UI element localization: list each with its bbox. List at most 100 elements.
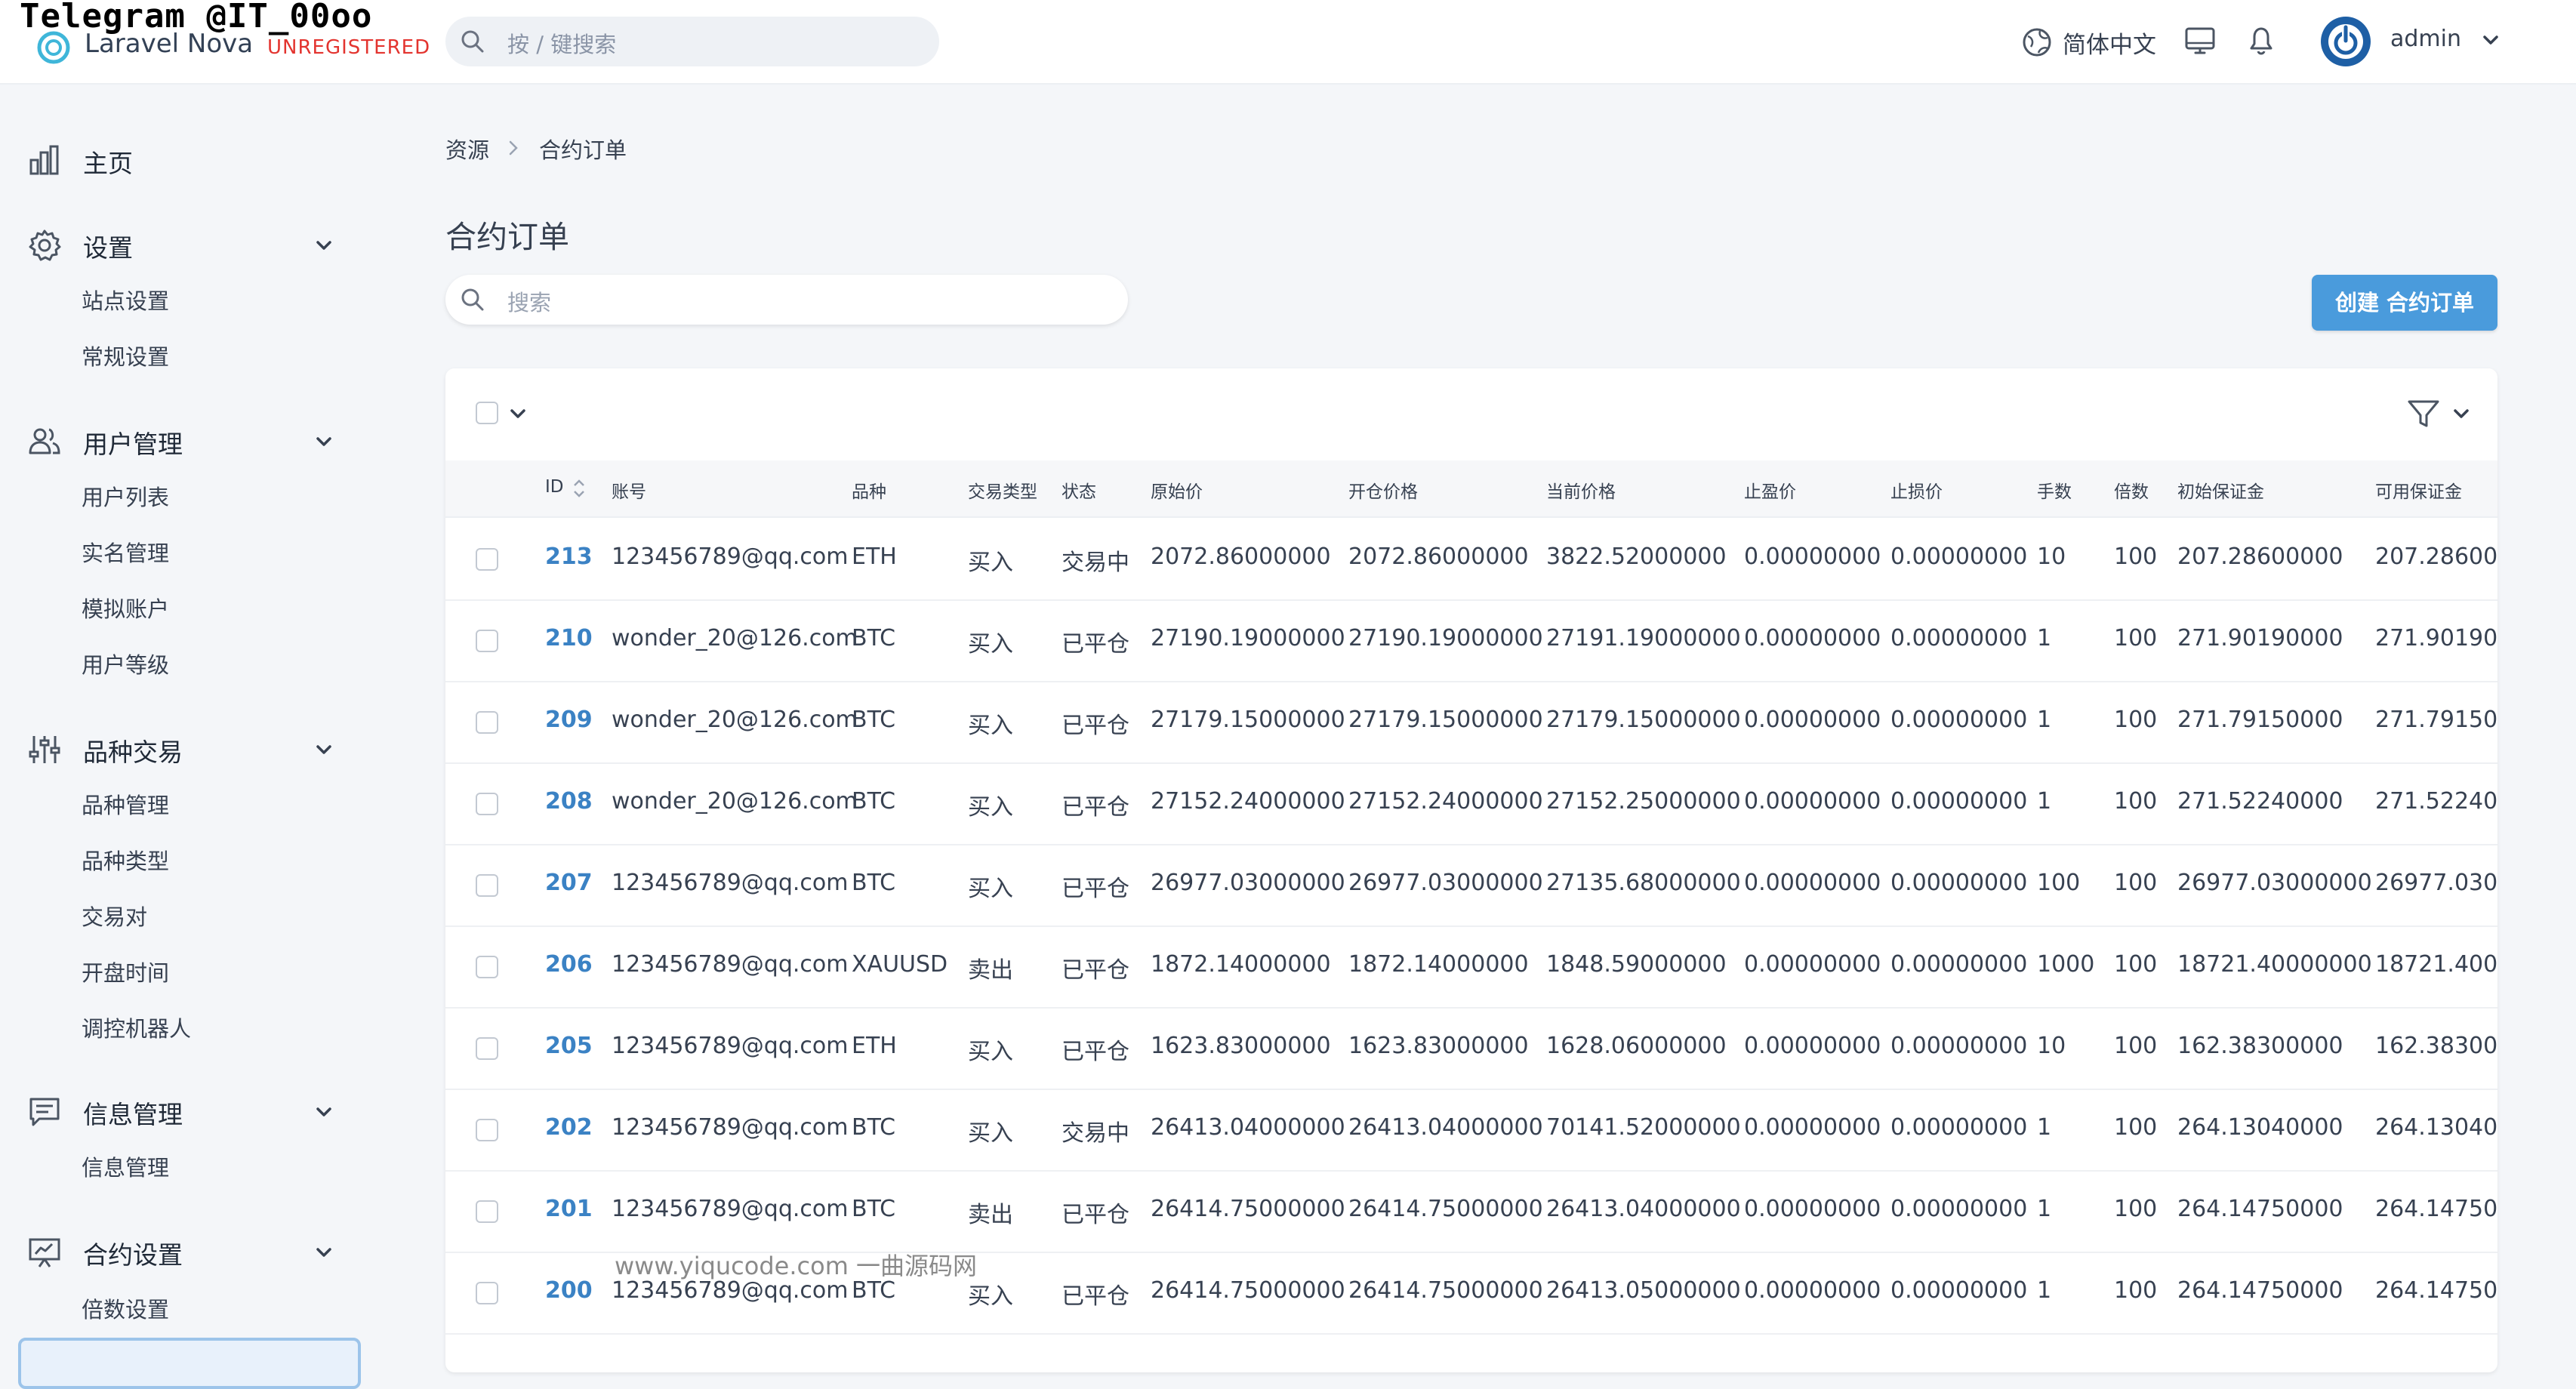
cell-initial-margin: 271.79150000 — [2177, 707, 2343, 733]
column-header-original-price: 原始价 — [1151, 482, 1203, 502]
cell-id[interactable]: 208 — [545, 788, 593, 815]
nav-item-trading-pair[interactable]: 交易对 — [82, 900, 147, 932]
cell-multiplier: 100 — [2114, 1033, 2158, 1059]
nav-item-general-settings[interactable]: 常规设置 — [82, 340, 169, 371]
table-row[interactable]: 213 123456789@qq.com ETH 买入 交易中 2072.86000000… — [445, 518, 2497, 601]
cell-product: BTC — [852, 707, 896, 733]
global-search-placeholder: 按 / 键搜索 — [507, 32, 617, 57]
resource-search-input[interactable]: 搜索 — [445, 275, 1128, 325]
row-checkbox[interactable] — [476, 711, 498, 734]
chevron-down-icon[interactable] — [313, 1241, 335, 1264]
nav-item-open-time[interactable]: 开盘时间 — [82, 956, 169, 987]
row-checkbox[interactable] — [476, 793, 498, 815]
cell-id[interactable]: 205 — [545, 1033, 593, 1059]
user-name[interactable]: admin — [2390, 26, 2461, 52]
cell-take-profit: 0.00000000 — [1744, 951, 1881, 978]
nav-item-multiplier[interactable]: 倍数设置 — [82, 1292, 169, 1324]
cell-id[interactable]: 200 — [545, 1277, 593, 1304]
row-checkbox[interactable] — [476, 874, 498, 897]
cell-original-price: 1872.14000000 — [1151, 951, 1331, 978]
nav-item-site-settings[interactable]: 站点设置 — [82, 284, 169, 316]
table-row[interactable]: 209 wonder_20@126.com BTC 买入 已平仓 27179.150000… — [445, 681, 2497, 764]
cell-available-margin: 264.147500 — [2375, 1196, 2497, 1222]
sort-icon[interactable] — [571, 477, 587, 500]
cell-product: BTC — [852, 1196, 896, 1222]
nav-item-product-type[interactable]: 品种类型 — [82, 844, 169, 876]
cell-id[interactable]: 209 — [545, 707, 593, 733]
row-checkbox[interactable] — [476, 1119, 498, 1141]
cell-take-profit: 0.00000000 — [1744, 707, 1881, 733]
cell-id[interactable]: 202 — [545, 1114, 593, 1141]
search-icon — [461, 288, 484, 311]
nav-item-active-contract-orders[interactable] — [18, 1338, 361, 1389]
nav-section-label: 主页 — [83, 149, 133, 178]
nav-item-message-manage[interactable]: 信息管理 — [82, 1150, 169, 1182]
avatar[interactable] — [2319, 15, 2372, 68]
cell-current-price: 70141.52000000 — [1546, 1114, 1741, 1141]
chevron-down-icon[interactable] — [507, 403, 528, 424]
nav-item-demo-account[interactable]: 模拟账户 — [82, 592, 169, 624]
chevron-down-icon[interactable] — [2451, 403, 2472, 424]
cell-stop-loss: 0.00000000 — [1890, 625, 2028, 651]
column-header-current-price: 当前价格 — [1546, 482, 1616, 502]
cell-lots: 1 — [2037, 1114, 2052, 1141]
globe-icon — [2023, 28, 2051, 57]
cell-trade-type: 买入 — [968, 876, 1013, 902]
table-row[interactable]: 206 123456789@qq.com XAUUSD 卖出 已平仓 1872.14000… — [445, 925, 2497, 1009]
cell-current-price: 1628.06000000 — [1546, 1033, 1727, 1059]
chevron-down-icon[interactable] — [313, 738, 335, 761]
chevron-down-icon[interactable] — [313, 234, 335, 257]
cell-available-margin: 18721.4000 — [2375, 951, 2497, 978]
cell-initial-margin: 264.14750000 — [2177, 1277, 2343, 1304]
table-row[interactable]: 210 wonder_20@126.com BTC 买入 已平仓 27190.190000… — [445, 599, 2497, 682]
resource-search-placeholder: 搜索 — [507, 290, 552, 316]
global-search-input[interactable]: 按 / 键搜索 — [445, 17, 939, 66]
column-header-id[interactable]: ID — [545, 477, 564, 497]
table-row[interactable]: 205 123456789@qq.com ETH 买入 已平仓 1623.83000000… — [445, 1007, 2497, 1090]
table-row[interactable]: 202 123456789@qq.com BTC 买入 交易中 26413.0400000… — [445, 1089, 2497, 1172]
cell-id[interactable]: 213 — [545, 544, 593, 570]
nav-item-real-name[interactable]: 实名管理 — [82, 536, 169, 568]
message-icon — [29, 1098, 60, 1126]
monitor-icon[interactable] — [2182, 23, 2218, 59]
nav-item-user-list[interactable]: 用户列表 — [82, 480, 169, 512]
cell-stop-loss: 0.00000000 — [1890, 788, 2028, 815]
row-checkbox[interactable] — [476, 1200, 498, 1223]
table-row[interactable]: 201 123456789@qq.com BTC 卖出 已平仓 26414.7500000… — [445, 1170, 2497, 1253]
bell-icon[interactable] — [2244, 23, 2279, 59]
cell-current-price: 27179.15000000 — [1546, 707, 1741, 733]
column-header-product: 品种 — [852, 482, 886, 502]
cell-multiplier: 100 — [2114, 951, 2158, 978]
cell-status: 已平仓 — [1062, 794, 1129, 821]
column-header-multiplier: 倍数 — [2114, 482, 2149, 502]
chevron-down-icon[interactable] — [313, 1101, 335, 1123]
cell-lots: 1 — [2037, 1196, 2052, 1222]
table-row[interactable]: 207 123456789@qq.com BTC 买入 已平仓 26977.0300000… — [445, 844, 2497, 927]
cell-id[interactable]: 207 — [545, 870, 593, 896]
row-checkbox[interactable] — [476, 956, 498, 978]
cell-id[interactable]: 210 — [545, 625, 593, 651]
filter-icon[interactable] — [2405, 396, 2442, 432]
create-contract-order-button[interactable]: 创建 合约订单 — [2312, 275, 2497, 331]
cell-account: wonder_20@126.com — [612, 625, 858, 651]
select-all-checkbox[interactable] — [476, 402, 498, 424]
row-checkbox[interactable] — [476, 1282, 498, 1304]
cell-status: 已平仓 — [1062, 957, 1129, 984]
column-header-stop-loss: 止损价 — [1890, 482, 1943, 502]
row-checkbox[interactable] — [476, 548, 498, 571]
table-row[interactable]: 208 wonder_20@126.com BTC 买入 已平仓 27152.240000… — [445, 762, 2497, 845]
nav-item-user-level[interactable]: 用户等级 — [82, 648, 169, 679]
breadcrumb-root[interactable]: 资源 — [445, 133, 489, 165]
row-checkbox[interactable] — [476, 630, 498, 652]
cell-id[interactable]: 201 — [545, 1196, 593, 1222]
chevron-down-icon[interactable] — [2479, 29, 2502, 51]
nav-item-product-manage[interactable]: 品种管理 — [82, 788, 169, 820]
cell-initial-margin: 264.13040000 — [2177, 1114, 2343, 1141]
nav-item-control-robot[interactable]: 调控机器人 — [82, 1012, 191, 1043]
cell-product: ETH — [852, 1033, 897, 1059]
row-checkbox[interactable] — [476, 1037, 498, 1060]
cell-status: 已平仓 — [1062, 713, 1129, 739]
cell-lots: 100 — [2037, 870, 2081, 896]
chevron-down-icon[interactable] — [313, 430, 335, 453]
cell-id[interactable]: 206 — [545, 951, 593, 978]
